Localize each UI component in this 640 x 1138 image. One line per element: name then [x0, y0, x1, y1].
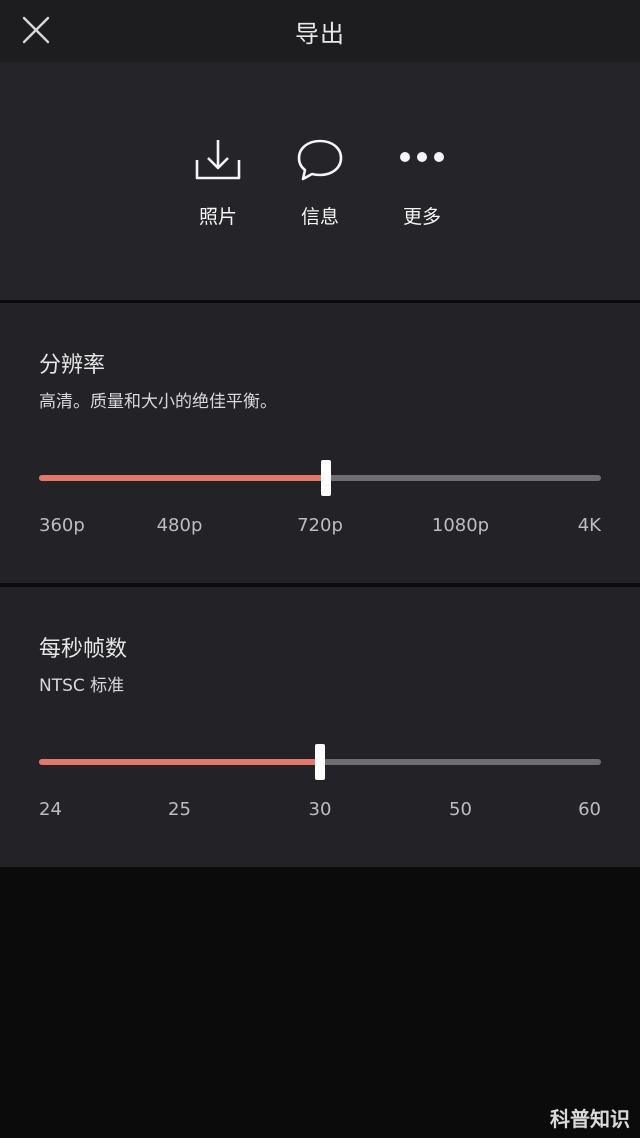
- resolution-section: 分辨率 高清。质量和大小的绝佳平衡。 360p 480p 720p 1080p 4K: [0, 303, 640, 583]
- resolution-slider-fill: [39, 475, 326, 481]
- resolution-tick-4K[interactable]: 4K: [578, 515, 601, 536]
- resolution-tick-480p[interactable]: 480p: [157, 515, 203, 536]
- fps-section: 每秒帧数 NTSC 标准 24 25 30 50 60: [0, 587, 640, 867]
- share-messages-button[interactable]: 信息: [272, 136, 368, 229]
- resolution-title: 分辨率: [39, 353, 106, 378]
- resolution-tick-1080p[interactable]: 1080p: [432, 515, 489, 536]
- resolution-tick-720p[interactable]: 720p: [297, 515, 343, 536]
- chat-bubble-icon: [297, 139, 343, 181]
- resolution-description: 高清。质量和大小的绝佳平衡。: [39, 392, 277, 412]
- fps-slider-fill: [39, 759, 320, 765]
- share-photos-button[interactable]: 照片: [170, 136, 266, 229]
- share-more-label: 更多: [402, 206, 441, 228]
- fps-title: 每秒帧数: [39, 637, 128, 662]
- download-icon: [195, 140, 241, 180]
- page-title: 导出: [295, 20, 345, 48]
- fps-tick-50[interactable]: 50: [449, 799, 472, 820]
- fps-tick-30[interactable]: 30: [309, 799, 332, 820]
- empty-area: 科普知识: [0, 867, 640, 1138]
- resolution-slider-thumb[interactable]: [320, 460, 331, 496]
- watermark: 科普知识: [550, 1107, 630, 1131]
- more-dots-icon: [400, 152, 444, 162]
- share-photos-label: 照片: [198, 206, 237, 228]
- fps-tick-25[interactable]: 25: [168, 799, 191, 820]
- fps-description: NTSC 标准: [39, 676, 125, 696]
- resolution-slider[interactable]: [39, 460, 601, 496]
- share-more-button[interactable]: 更多: [374, 136, 470, 229]
- share-panel: 照片 信息 更多: [0, 62, 640, 300]
- share-messages-label: 信息: [300, 206, 339, 228]
- resolution-tick-360p[interactable]: 360p: [39, 515, 85, 536]
- fps-tick-60[interactable]: 60: [578, 799, 601, 820]
- fps-tick-24[interactable]: 24: [39, 799, 62, 820]
- fps-slider[interactable]: [39, 744, 601, 780]
- top-bar: 导出: [0, 0, 640, 62]
- fps-slider-thumb[interactable]: [315, 744, 325, 780]
